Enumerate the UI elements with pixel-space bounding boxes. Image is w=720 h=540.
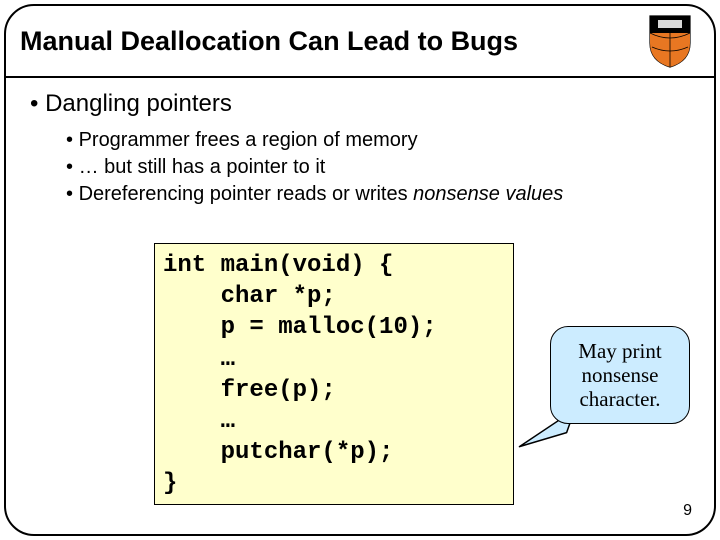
title-bar: Manual Deallocation Can Lead to Bugs [6, 6, 714, 78]
bullet-l1-text: Dangling pointers [45, 90, 232, 117]
bullet-l2c-prefix: Dereferencing pointer reads or writes [79, 183, 414, 205]
bullet-level2: • Programmer frees a region of memory [66, 128, 696, 153]
body-content: • Dangling pointers • Programmer frees a… [6, 78, 714, 207]
slide-frame: Manual Deallocation Can Lead to Bugs • D… [4, 4, 716, 536]
bullet-level2: • Dereferencing pointer reads or writes … [66, 182, 696, 207]
callout-box: May print nonsense character. [550, 326, 690, 424]
bullet-level2: • … but still has a pointer to it [66, 155, 696, 180]
bullet-level1: • Dangling pointers [30, 90, 696, 118]
bullet-l2a-text: Programmer frees a region of memory [79, 129, 418, 151]
slide-title: Manual Deallocation Can Lead to Bugs [20, 26, 646, 57]
bullet-l2c-italic: nonsense values [413, 183, 563, 205]
page-number: 9 [683, 502, 692, 520]
callout-text: May print nonsense character. [555, 339, 685, 411]
code-block: int main(void) { char *p; p = malloc(10)… [154, 243, 514, 505]
bullet-l2b-text: … but still has a pointer to it [79, 156, 326, 178]
shield-icon [646, 13, 694, 69]
